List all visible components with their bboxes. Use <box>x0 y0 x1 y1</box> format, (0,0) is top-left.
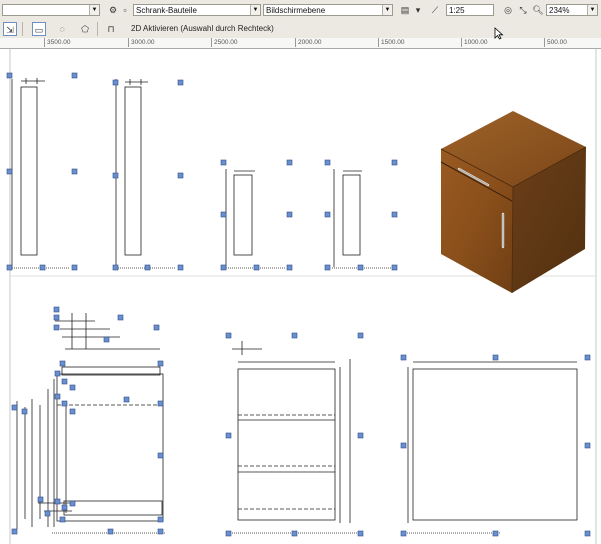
chevron-down-icon: ▼ <box>382 5 392 15</box>
lasso-icon[interactable]: ◌ <box>55 22 69 36</box>
scale-value: 1:25 <box>449 6 465 15</box>
ruler-tick: 1000.00 <box>461 38 488 47</box>
ruler-tick: 3500.00 <box>44 38 71 47</box>
side-panel-1[interactable] <box>10 78 70 269</box>
cabinet-top-view[interactable] <box>405 361 578 534</box>
chevron-down-icon: ▼ <box>89 5 99 15</box>
zoom-icon[interactable]: 🔍︎ <box>531 3 545 17</box>
toolbar-separator <box>97 22 98 36</box>
drawing-canvas[interactable] <box>0 49 601 544</box>
zoom-combo[interactable]: 234% ▼ <box>546 4 598 16</box>
select-icon[interactable]: ⇲ <box>3 22 17 36</box>
ruler-tick: 500.00 <box>544 38 567 47</box>
layer-icon[interactable]: ▫ <box>118 3 132 17</box>
status-message: 2D Aktivieren (Auswahl durch Rechteck) <box>131 24 274 33</box>
toolbar-separator <box>22 22 23 36</box>
side-panel-2[interactable] <box>114 79 175 269</box>
chevron-down-icon: ▼ <box>250 5 260 15</box>
display-combo-value: Bildschirmebene <box>266 6 326 15</box>
polygon-icon[interactable]: ⬠ <box>78 22 92 36</box>
ruler-tick: 2500.00 <box>211 38 238 47</box>
ruler-tick: 3000.00 <box>128 38 155 47</box>
rect-select-icon[interactable]: ▭ <box>32 22 46 36</box>
furniture-icon[interactable]: ⊓ <box>104 22 118 36</box>
magnet-icon[interactable]: ◎ <box>501 3 515 17</box>
horizontal-ruler: 3500.00 3000.00 2500.00 2000.00 1500.00 … <box>0 38 601 49</box>
print-icon[interactable]: ▤ <box>398 3 412 17</box>
main-toolbar: ▼ ⚙ ▫ Schrank-Bauteile ▼ Bildschirmebene ▼… <box>0 0 601 21</box>
ruler-tick: 1500.00 <box>378 38 405 47</box>
cabinet-section-view[interactable] <box>230 341 360 534</box>
zoom-value: 234% <box>549 6 570 15</box>
small-panel-1[interactable] <box>224 169 285 269</box>
ruler-tick: 2000.00 <box>295 38 322 47</box>
measure-icon[interactable]: ⟋ <box>428 3 442 17</box>
left-combo[interactable]: ▼ <box>2 4 100 16</box>
layer-combo[interactable]: Schrank-Bauteile ▼ <box>133 4 261 16</box>
scale-field[interactable]: 1:25 <box>446 4 494 16</box>
cursor-icon <box>494 27 504 40</box>
zoom-fit-icon[interactable]: ⤡ <box>516 3 530 17</box>
cabinet-3d-preview[interactable] <box>440 111 587 294</box>
chevron-down-icon: ▼ <box>587 5 597 15</box>
layer-combo-value: Schrank-Bauteile <box>136 6 197 15</box>
selection-toolbar: ⇲ ▭ ◌ ⬠ ⊓ 2D Aktivieren (Auswahl durch R… <box>0 20 601 39</box>
display-combo[interactable]: Bildschirmebene ▼ <box>263 4 393 16</box>
chevron-down-icon[interactable]: ▾ <box>411 3 425 17</box>
small-panel-2[interactable] <box>332 169 392 269</box>
